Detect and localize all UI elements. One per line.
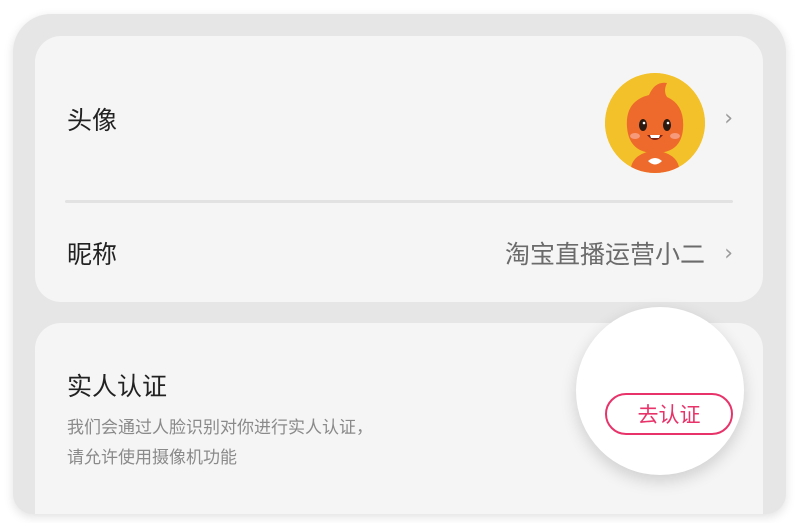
button-highlight-spot — [576, 307, 744, 475]
verification-description-line: 我们会通过人脸识别对你进行实人认证， — [67, 418, 373, 438]
chevron-right-icon: › — [724, 240, 733, 266]
avatar-row[interactable]: 头像 › — [35, 36, 763, 201]
nickname-row-label: 昵称 — [67, 240, 118, 269]
go-verify-button[interactable]: 去认证 — [605, 393, 733, 435]
profile-card: 头像 › 昵称 淘宝直播运营小二 › — [35, 36, 763, 302]
verification-title: 实人认证 — [67, 372, 168, 401]
verification-description-line: 请允许使用摄像机功能 — [67, 448, 237, 468]
chevron-right-icon: › — [724, 106, 733, 131]
nickname-value: 淘宝直播运营小二 — [504, 240, 705, 269]
mascot-avatar-image — [605, 73, 705, 173]
avatar-row-label: 头像 — [67, 105, 118, 135]
nickname-row[interactable]: 昵称 淘宝直播运营小二 › — [35, 204, 763, 302]
avatar[interactable] — [605, 73, 705, 173]
verification-description: 我们会通过人脸识别对你进行实人认证， 请允许使用摄像机功能 — [67, 413, 537, 473]
row-divider — [65, 200, 733, 203]
